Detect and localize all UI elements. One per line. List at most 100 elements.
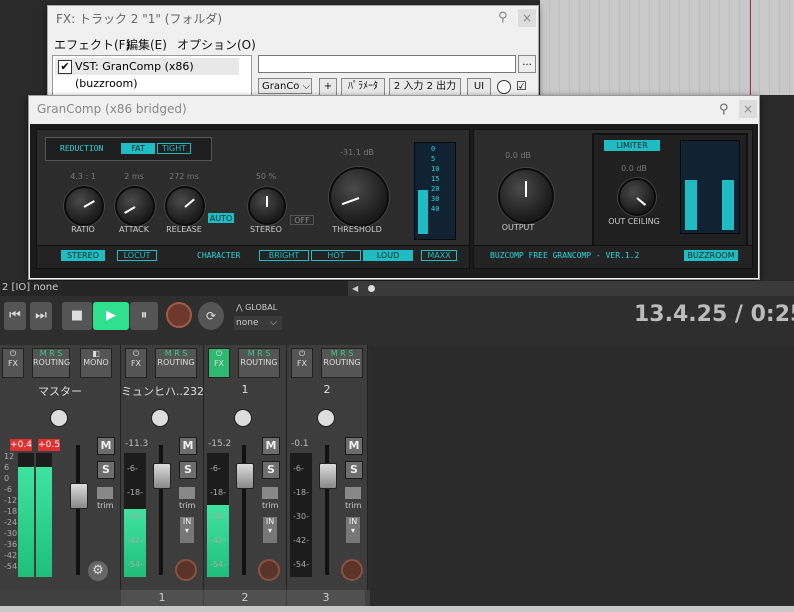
trim-icon[interactable]: [179, 487, 195, 499]
track-name[interactable]: ミュンヒハ..2323: [121, 383, 203, 399]
mono-button[interactable]: ◧ MONO: [80, 348, 112, 378]
stereo-off-button[interactable]: OFF: [290, 215, 314, 225]
track-fx-button[interactable]: ⏻ FX: [208, 348, 230, 378]
record-arm-button[interactable]: [341, 559, 363, 581]
auto-button[interactable]: AUTO: [208, 213, 234, 223]
track-scale: -6- -18- -30- -42- -54-: [293, 457, 309, 577]
locut-button[interactable]: LOCUT: [117, 250, 157, 261]
track-mute-button[interactable]: M: [262, 437, 280, 455]
input-button[interactable]: IN ▾: [263, 517, 277, 543]
repeat-icon[interactable]: ⟳: [198, 302, 224, 330]
add-preset-button[interactable]: +: [319, 78, 337, 96]
master-mute-button[interactable]: M: [97, 437, 115, 455]
track-pan-knob[interactable]: [151, 409, 169, 427]
track-solo-button[interactable]: S: [345, 461, 363, 479]
track-solo-button[interactable]: S: [262, 461, 280, 479]
bypass-checkbox-icon[interactable]: ☑: [516, 79, 527, 93]
master-peak-r[interactable]: +0.5: [38, 439, 60, 451]
global-automation-dropdown[interactable]: none ⌵: [234, 316, 282, 330]
gear-icon[interactable]: ⚙: [88, 561, 108, 581]
pause-button[interactable]: ⏸: [130, 302, 158, 330]
scroll-thumb[interactable]: [368, 285, 375, 292]
threshold-knob[interactable]: [329, 167, 389, 227]
out-ceiling-knob[interactable]: [618, 178, 656, 216]
track-peak[interactable]: -0.1: [291, 439, 309, 449]
attack-knob[interactable]: [115, 186, 155, 226]
tight-button[interactable]: TIGHT: [157, 143, 191, 154]
track-routing-button[interactable]: M R S ROUTING: [238, 348, 280, 378]
track-mute-button[interactable]: M: [345, 437, 363, 455]
menu-edit[interactable]: 編集(E): [126, 36, 167, 53]
track-number-1[interactable]: 1: [121, 590, 203, 606]
master-trim-icon[interactable]: [97, 487, 113, 499]
stereo-knob[interactable]: [248, 187, 286, 225]
meter-scale: 0 5 10 15 20 30 40: [431, 144, 439, 214]
record-button[interactable]: [166, 302, 192, 328]
master-peak-l[interactable]: +0.4: [10, 439, 32, 451]
fat-button[interactable]: FAT: [121, 143, 155, 154]
close-button[interactable]: ×: [518, 9, 536, 27]
track-fader[interactable]: [236, 463, 254, 489]
trim-icon[interactable]: [345, 487, 361, 499]
track-number-3[interactable]: 3: [287, 590, 365, 606]
timecode-display[interactable]: 13.4.25 / 0:25.: [634, 302, 794, 327]
master-solo-button[interactable]: S: [97, 461, 115, 479]
more-button[interactable]: ...: [518, 55, 536, 73]
pin-icon[interactable]: ⚲: [719, 102, 729, 117]
track-routing-button[interactable]: M R S ROUTING: [321, 348, 363, 378]
master-routing-button[interactable]: M R S ROUTING: [32, 348, 70, 378]
track-name[interactable]: 2: [287, 383, 367, 396]
track-routing-button[interactable]: M R S ROUTING: [155, 348, 197, 378]
track-fader[interactable]: [153, 463, 171, 489]
track-number-2[interactable]: 2: [204, 590, 286, 606]
loud-button[interactable]: LOUD: [363, 250, 413, 261]
track-fx-button[interactable]: ⏻ FX: [291, 348, 313, 378]
ratio-knob[interactable]: [64, 186, 104, 226]
track-pan-knob[interactable]: [317, 409, 335, 427]
track-mute-button[interactable]: M: [179, 437, 197, 455]
track-peak[interactable]: -15.2: [208, 439, 231, 449]
param-button[interactable]: ﾊﾟﾗﾒｰﾀ: [341, 78, 385, 96]
record-arm-button[interactable]: [175, 559, 197, 581]
hot-button[interactable]: HOT: [311, 250, 361, 261]
pin-icon[interactable]: ⚲: [498, 10, 508, 25]
enable-checkbox[interactable]: ✔: [58, 60, 72, 74]
scale-tick: -6: [4, 485, 12, 494]
ui-button[interactable]: UI: [467, 78, 491, 96]
master-fx-button[interactable]: ⏻ FX: [2, 348, 24, 378]
menu-effect[interactable]: エフェクト(F): [54, 36, 130, 53]
track-peak[interactable]: -11.3: [125, 439, 148, 449]
bright-button[interactable]: BRIGHT: [259, 250, 309, 261]
release-knob[interactable]: [165, 186, 205, 226]
buzzroom-button[interactable]: BUZZROOM: [684, 250, 738, 261]
track-solo-button[interactable]: S: [179, 461, 197, 479]
track-fader[interactable]: [319, 463, 337, 489]
wet-knob[interactable]: [497, 80, 511, 94]
go-start-button[interactable]: ⏮: [4, 302, 26, 330]
menu-options[interactable]: オプション(O): [177, 36, 256, 53]
master-fader[interactable]: [70, 483, 88, 509]
limiter-button[interactable]: LIMITER: [604, 140, 660, 151]
trim-icon[interactable]: [262, 487, 278, 499]
maxx-button[interactable]: MAXX: [421, 250, 457, 261]
close-button[interactable]: ×: [739, 100, 757, 118]
fx-chain-item[interactable]: ✔ VST: GranComp (x86) (buzzroom): [55, 58, 239, 90]
play-button[interactable]: ▶: [93, 302, 129, 330]
stereo-mode-button[interactable]: STEREO: [61, 250, 105, 261]
output-knob[interactable]: [498, 168, 554, 224]
input-button[interactable]: IN ▾: [180, 517, 194, 543]
io-icon: M R S: [330, 349, 354, 358]
horizontal-scrollbar[interactable]: ◀: [348, 281, 794, 296]
track-fx-button[interactable]: ⏻ FX: [125, 348, 147, 378]
preset-dropdown[interactable]: GranCo ⌵: [258, 78, 312, 94]
scroll-left-icon[interactable]: ◀: [352, 284, 358, 293]
io-button[interactable]: 2 入力 2 出力: [389, 78, 461, 96]
record-arm-button[interactable]: [258, 559, 280, 581]
go-end-button[interactable]: ⏭: [30, 302, 52, 330]
master-pan-knob[interactable]: [50, 409, 68, 427]
track-pan-knob[interactable]: [234, 409, 252, 427]
input-button[interactable]: IN ▾: [346, 517, 360, 543]
stop-button[interactable]: ■: [62, 302, 92, 330]
track-name[interactable]: 1: [204, 383, 286, 396]
preset-name-field[interactable]: [258, 55, 516, 73]
